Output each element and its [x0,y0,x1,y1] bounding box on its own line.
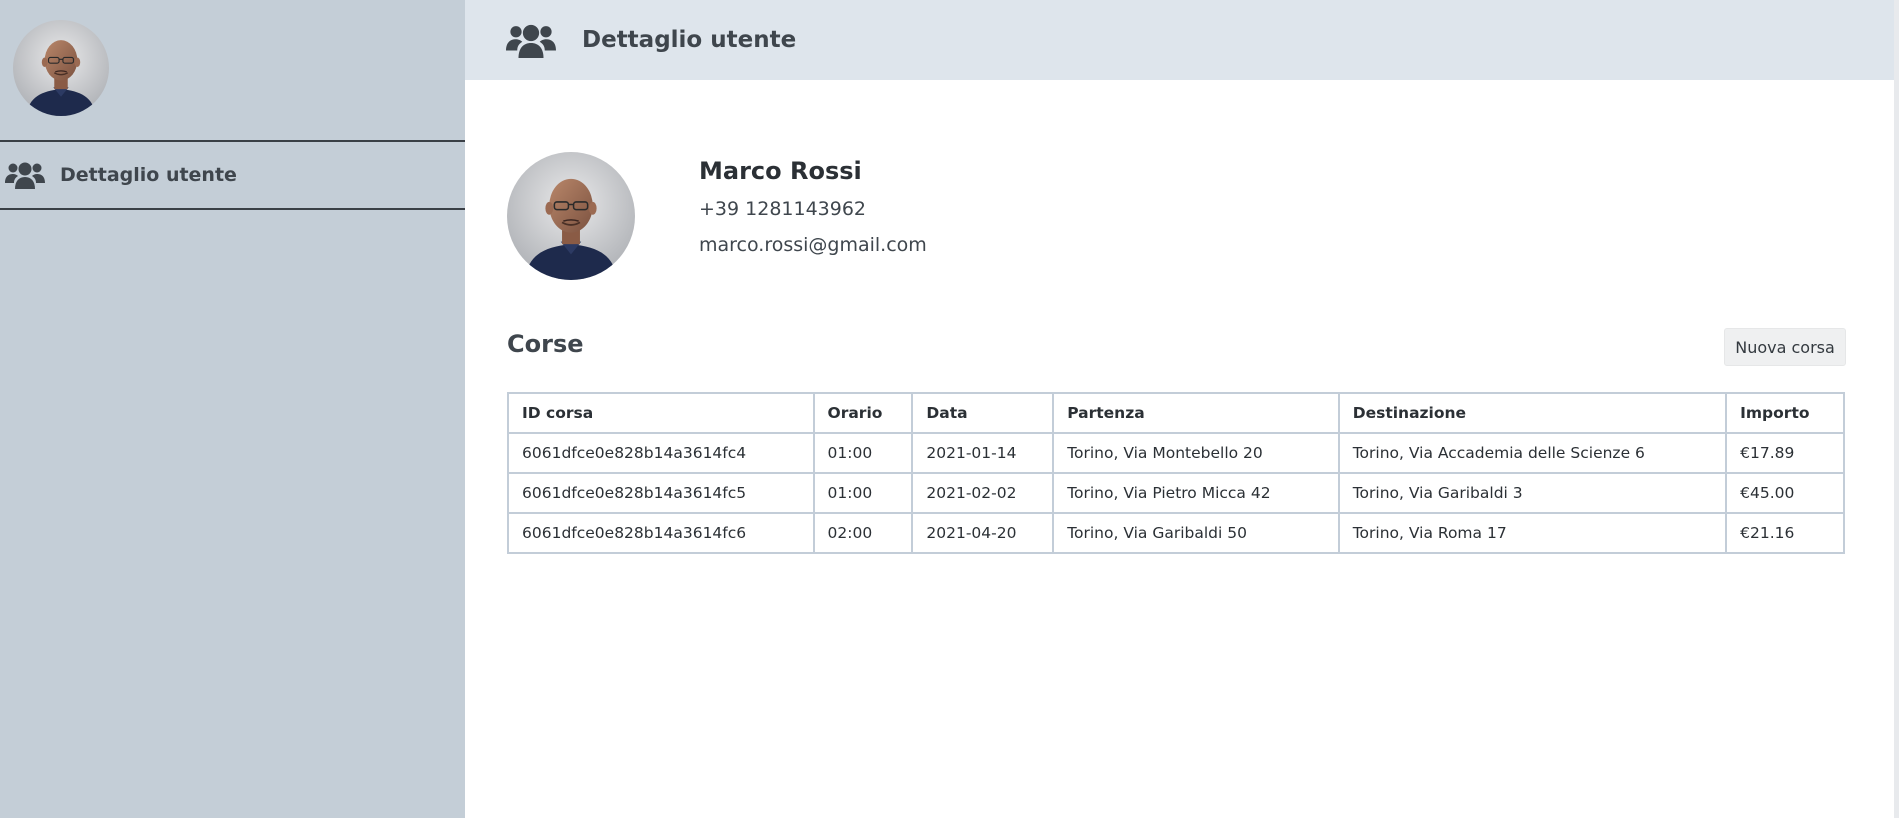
table-header-row: ID corsa Orario Data Partenza Destinazio… [507,392,1845,434]
profile-email: marco.rossi@gmail.com [699,234,927,256]
table-row[interactable]: 6061dfce0e828b14a3614fc5 01:00 2021-02-0… [507,472,1845,514]
column-header-date[interactable]: Data [911,392,1055,434]
new-ride-button[interactable]: Nuova corsa [1724,328,1846,366]
column-header-time[interactable]: Orario [812,392,914,434]
cell-ride-id: 6061dfce0e828b14a3614fc4 [507,432,815,474]
profile-info: Marco Rossi +39 1281143962 marco.rossi@g… [699,156,927,268]
rides-section-title: Corse [507,330,584,358]
column-header-id[interactable]: ID corsa [507,392,815,434]
page-title: Dettaglio utente [582,27,797,53]
sidebar-item-user-detail[interactable]: Dettaglio utente [0,140,465,210]
cell-destination: Torino, Via Garibaldi 3 [1337,472,1728,514]
cell-amount: €17.89 [1725,432,1845,474]
cell-destination: Torino, Via Accademia delle Scienze 6 [1337,432,1728,474]
app: Dettaglio utente Dettaglio utente Marco … [0,0,1899,818]
rides-table: ID corsa Orario Data Partenza Destinazio… [507,392,1845,554]
header: Dettaglio utente [465,0,1894,80]
sidebar: Dettaglio utente [0,0,465,818]
scrollbar-track[interactable] [1894,0,1899,818]
sidebar-avatar[interactable] [13,20,109,116]
cell-time: 01:00 [812,472,914,514]
table-row[interactable]: 6061dfce0e828b14a3614fc6 02:00 2021-04-2… [507,512,1845,554]
table-row[interactable]: 6061dfce0e828b14a3614fc4 01:00 2021-01-1… [507,432,1845,474]
cell-date: 2021-02-02 [911,472,1055,514]
cell-amount: €21.16 [1725,512,1845,554]
profile-avatar [507,152,635,280]
cell-destination: Torino, Via Roma 17 [1337,512,1728,554]
cell-departure: Torino, Via Garibaldi 50 [1052,512,1340,554]
avatar-image [13,20,109,116]
users-icon [505,22,557,58]
cell-ride-id: 6061dfce0e828b14a3614fc5 [507,472,815,514]
column-header-departure[interactable]: Partenza [1052,392,1340,434]
column-header-amount[interactable]: Importo [1725,392,1845,434]
sidebar-item-label: Dettaglio utente [60,164,237,186]
cell-date: 2021-01-14 [911,432,1055,474]
cell-date: 2021-04-20 [911,512,1055,554]
users-icon [4,160,46,190]
cell-departure: Torino, Via Pietro Micca 42 [1052,472,1340,514]
avatar-image [507,152,635,280]
cell-ride-id: 6061dfce0e828b14a3614fc6 [507,512,815,554]
column-header-destination[interactable]: Destinazione [1337,392,1728,434]
cell-time: 01:00 [812,432,914,474]
cell-time: 02:00 [812,512,914,554]
main-content: Marco Rossi +39 1281143962 marco.rossi@g… [465,80,1894,818]
cell-departure: Torino, Via Montebello 20 [1052,432,1340,474]
cell-amount: €45.00 [1725,472,1845,514]
profile-name: Marco Rossi [699,157,862,185]
profile-phone: +39 1281143962 [699,198,867,220]
